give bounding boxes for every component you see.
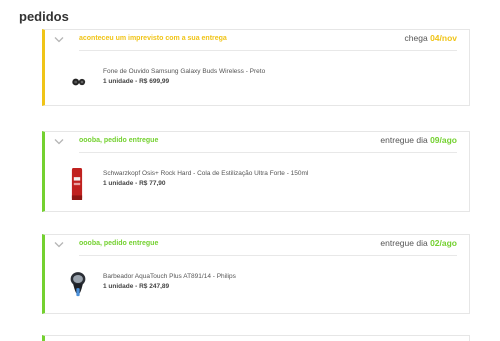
order-date: chega 04/nov: [405, 33, 457, 43]
order-card[interactable]: oooba, pedido entregue entregue dia 02/a…: [42, 234, 470, 314]
order-date: entregue dia 02/ago: [380, 238, 457, 248]
order-date-value: 09/ago: [430, 135, 457, 145]
chevron-down-icon[interactable]: [54, 36, 64, 44]
chevron-down-icon[interactable]: [54, 241, 64, 249]
order-date-prefix: chega: [404, 33, 428, 43]
order-card-header[interactable]: oooba, pedido entregue entregue dia 02/a…: [45, 235, 469, 256]
product-quantity-price: 1 unidade - R$ 77,90: [103, 180, 166, 187]
page-title: pedidos: [19, 9, 69, 24]
divider: [79, 50, 457, 51]
product-name[interactable]: Schwarzkopf Osis+ Rock Hard - Cola de Es…: [103, 170, 308, 177]
order-date-value: 02/ago: [430, 238, 457, 248]
product-name[interactable]: Fone de Ouvido Samsung Galaxy Buds Wirel…: [103, 68, 265, 75]
order-status: aconteceu um imprevisto com a sua entreg…: [79, 35, 227, 42]
order-date-value: 04/nov: [430, 33, 457, 43]
product-quantity-price: 1 unidade - R$ 247,89: [103, 283, 170, 290]
order-status: oooba, pedido entregue: [79, 137, 159, 144]
order-card[interactable]: aconteceu um imprevisto com a sua entreg…: [42, 29, 470, 106]
product-name[interactable]: Barbeador AquaTouch Plus AT891/14 - Phil…: [103, 273, 236, 280]
order-card-header[interactable]: oooba, pedido entregue entregue dia 09/a…: [45, 132, 469, 153]
divider: [79, 255, 457, 256]
order-card-header[interactable]: aconteceu um imprevisto com a sua entreg…: [45, 30, 469, 51]
product-quantity-price: 1 unidade - R$ 699,99: [103, 78, 170, 85]
shaver-icon[interactable]: [69, 271, 87, 303]
order-date-prefix: entregue dia: [380, 238, 428, 248]
order-date: entregue dia 09/ago: [380, 135, 457, 145]
order-card[interactable]: [42, 335, 470, 341]
chevron-down-icon[interactable]: [54, 138, 64, 146]
hair-glue-tube-icon[interactable]: [70, 168, 84, 200]
order-status: oooba, pedido entregue: [79, 240, 159, 247]
earbuds-icon[interactable]: [65, 74, 91, 90]
order-date-prefix: entregue dia: [380, 135, 428, 145]
order-card[interactable]: oooba, pedido entregue entregue dia 09/a…: [42, 131, 470, 212]
divider: [79, 152, 457, 153]
